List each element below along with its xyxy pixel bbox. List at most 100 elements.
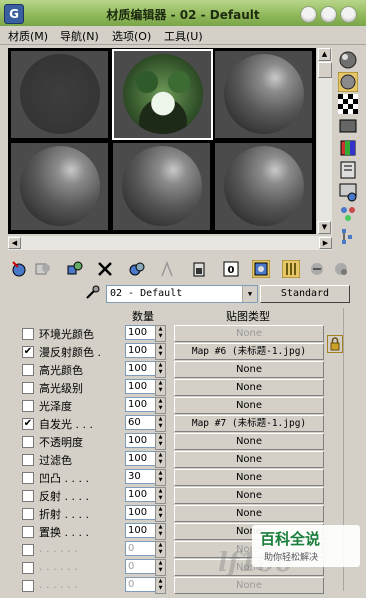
lock-icon[interactable] [327, 335, 343, 353]
amount-value[interactable]: 100 [125, 451, 156, 466]
amount-value[interactable]: 100 [125, 325, 156, 340]
map-slot-button[interactable]: None [174, 379, 324, 396]
spinner-arrows-icon[interactable]: ▲ ▼ [155, 343, 166, 360]
material-slot[interactable] [10, 142, 109, 231]
make-preview-icon[interactable] [338, 160, 358, 180]
map-enable-checkbox[interactable] [22, 562, 34, 574]
amount-spinner[interactable]: 0 ▲ ▼ [125, 541, 166, 558]
spinner-arrows-icon[interactable]: ▲ ▼ [155, 361, 166, 378]
material-type-button[interactable]: Standard [260, 285, 350, 303]
spinner-arrows-icon[interactable]: ▲ ▼ [155, 415, 166, 432]
amount-spinner[interactable]: 100 ▲ ▼ [125, 451, 166, 468]
material-slot[interactable] [214, 142, 313, 231]
go-to-parent-icon[interactable] [282, 260, 300, 278]
amount-value[interactable]: 100 [125, 487, 156, 502]
amount-spinner[interactable]: 100 ▲ ▼ [125, 433, 166, 450]
spinner-arrows-icon[interactable]: ▲ ▼ [155, 379, 166, 396]
spinner-arrows-icon[interactable]: ▲ ▼ [155, 487, 166, 504]
amount-value[interactable]: 100 [125, 343, 156, 358]
go-forward-to-sibling-icon[interactable] [308, 260, 326, 278]
assign-to-selection-icon[interactable] [66, 260, 84, 278]
scroll-right-arrow[interactable]: ▶ [319, 237, 332, 249]
sample-type-sphere-icon[interactable] [338, 50, 358, 70]
show-map-in-viewport-icon[interactable]: 0 [222, 260, 240, 278]
amount-spinner[interactable]: 100 ▲ ▼ [125, 325, 166, 342]
maximize-button[interactable] [320, 6, 337, 23]
chevron-down-icon[interactable]: ▼ [242, 286, 257, 302]
put-to-library-icon[interactable] [158, 260, 176, 278]
amount-value[interactable]: 100 [125, 361, 156, 376]
map-enable-checkbox[interactable] [22, 472, 34, 484]
map-enable-checkbox[interactable] [22, 382, 34, 394]
map-enable-checkbox[interactable] [22, 454, 34, 466]
close-button[interactable] [340, 6, 357, 23]
spinner-arrows-icon[interactable]: ▲ ▼ [155, 469, 166, 486]
menu-options[interactable]: 选项(O) [112, 28, 151, 44]
menu-navigation[interactable]: 导航(N) [60, 28, 99, 44]
map-enable-checkbox[interactable] [22, 400, 34, 412]
amount-spinner[interactable]: 100 ▲ ▼ [125, 361, 166, 378]
options-icon[interactable] [338, 182, 358, 202]
amount-value[interactable]: 60 [125, 415, 156, 430]
map-slot-button[interactable]: None [174, 487, 324, 504]
scroll-down-arrow[interactable]: ▼ [318, 221, 331, 234]
menu-tools[interactable]: 工具(U) [164, 28, 203, 44]
spinner-arrows-icon[interactable]: ▲ ▼ [155, 523, 166, 540]
map-slot-button[interactable]: None [174, 469, 324, 486]
minimize-button[interactable] [300, 6, 317, 23]
make-unique-icon[interactable] [128, 260, 146, 278]
spinner-arrows-icon[interactable]: ▲ ▼ [155, 559, 166, 576]
material-map-navigator-icon[interactable] [338, 226, 358, 246]
amount-value[interactable]: 30 [125, 469, 156, 484]
map-slot-button[interactable]: Map #7 (未标题-1.jpg) [174, 415, 324, 432]
scroll-left-arrow[interactable]: ◀ [8, 237, 21, 249]
map-slot-button[interactable]: None [174, 325, 324, 342]
amount-value[interactable]: 100 [125, 379, 156, 394]
amount-value[interactable]: 100 [125, 397, 156, 412]
map-enable-checkbox[interactable]: ✔ [22, 346, 34, 358]
amount-spinner[interactable]: 100 ▲ ▼ [125, 505, 166, 522]
spinner-arrows-icon[interactable]: ▲ ▼ [155, 433, 166, 450]
reset-map-delete-icon[interactable] [96, 260, 114, 278]
spinner-arrows-icon[interactable]: ▲ ▼ [155, 505, 166, 522]
preview-vertical-scrollbar[interactable]: ▲ ▼ [317, 48, 332, 234]
preview-horizontal-scrollbar[interactable]: ◀ ▶ [8, 236, 332, 250]
amount-value[interactable]: 100 [125, 505, 156, 520]
amount-spinner[interactable]: 100 ▲ ▼ [125, 487, 166, 504]
map-enable-checkbox[interactable] [22, 544, 34, 556]
amount-value[interactable]: 100 [125, 433, 156, 448]
pick-material-from-object-icon[interactable] [332, 260, 350, 278]
material-slot-active[interactable] [112, 49, 213, 140]
map-slot-button[interactable]: None [174, 451, 324, 468]
background-checker-icon[interactable] [338, 94, 358, 114]
get-material-icon[interactable] [10, 260, 28, 278]
menu-material[interactable]: 材质(M) [8, 28, 48, 44]
amount-spinner[interactable]: 100 ▲ ▼ [125, 523, 166, 540]
map-enable-checkbox[interactable] [22, 526, 34, 538]
amount-value[interactable]: 0 [125, 541, 156, 556]
show-end-result-icon[interactable] [252, 260, 270, 278]
map-enable-checkbox[interactable] [22, 436, 34, 448]
map-enable-checkbox[interactable] [22, 364, 34, 376]
material-id-channel-icon[interactable] [190, 260, 208, 278]
amount-value[interactable]: 0 [125, 577, 156, 592]
map-slot-button[interactable]: Map #6 (未标题-1.jpg) [174, 343, 324, 360]
spinner-arrows-icon[interactable]: ▲ ▼ [155, 541, 166, 558]
amount-spinner[interactable]: 100 ▲ ▼ [125, 397, 166, 414]
spinner-arrows-icon[interactable]: ▲ ▼ [155, 451, 166, 468]
amount-spinner[interactable]: 0 ▲ ▼ [125, 577, 166, 594]
material-slot[interactable] [214, 50, 313, 139]
amount-spinner[interactable]: 100 ▲ ▼ [125, 379, 166, 396]
material-name-dropdown[interactable]: 02 - Default ▼ [106, 285, 258, 303]
map-enable-checkbox[interactable] [22, 508, 34, 520]
material-slot[interactable] [112, 142, 211, 231]
map-enable-checkbox[interactable] [22, 328, 34, 340]
put-material-to-scene-icon[interactable] [34, 260, 52, 278]
map-slot-button[interactable]: None [174, 577, 324, 594]
spinner-arrows-icon[interactable]: ▲ ▼ [155, 325, 166, 342]
video-color-check-icon[interactable] [338, 138, 358, 158]
map-slot-button[interactable]: None [174, 361, 324, 378]
map-slot-button[interactable]: None [174, 433, 324, 450]
material-slot[interactable] [10, 50, 109, 139]
sample-uv-tiling-icon[interactable] [338, 116, 358, 136]
